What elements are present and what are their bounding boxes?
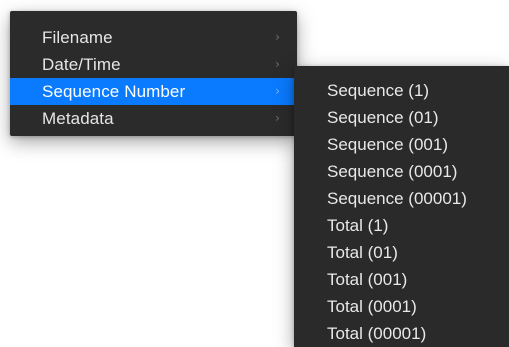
canvas: Filename › Date/Time › Sequence Number ›… [0,0,509,347]
submenu-item-total-0001[interactable]: Total (0001) [294,293,509,320]
submenu-item-total-001[interactable]: Total (001) [294,266,509,293]
chevron-right-icon: › [275,57,280,71]
menu-item-label: Filename [42,28,113,47]
menu-item-label: Sequence Number [42,82,186,101]
chevron-right-icon: › [275,84,280,98]
menu-item-filename[interactable]: Filename › [10,24,297,51]
submenu-item-total-1[interactable]: Total (1) [294,212,509,239]
submenu-item-total-00001[interactable]: Total (00001) [294,320,509,347]
context-menu: Filename › Date/Time › Sequence Number ›… [10,11,297,136]
submenu-item-sequence-00001[interactable]: Sequence (00001) [294,185,509,212]
submenu-item-sequence-0001[interactable]: Sequence (0001) [294,158,509,185]
menu-item-date-time[interactable]: Date/Time › [10,51,297,78]
submenu-item-sequence-001[interactable]: Sequence (001) [294,131,509,158]
chevron-right-icon: › [275,111,280,125]
submenu-item-total-01[interactable]: Total (01) [294,239,509,266]
submenu-item-sequence-1[interactable]: Sequence (1) [294,77,509,104]
chevron-right-icon: › [275,30,280,44]
menu-item-label: Date/Time [42,55,121,74]
menu-item-sequence-number[interactable]: Sequence Number › [10,78,297,105]
sequence-number-submenu: Sequence (1) Sequence (01) Sequence (001… [294,66,509,347]
menu-item-metadata[interactable]: Metadata › [10,105,297,132]
menu-item-label: Metadata [42,109,114,128]
submenu-item-sequence-01[interactable]: Sequence (01) [294,104,509,131]
